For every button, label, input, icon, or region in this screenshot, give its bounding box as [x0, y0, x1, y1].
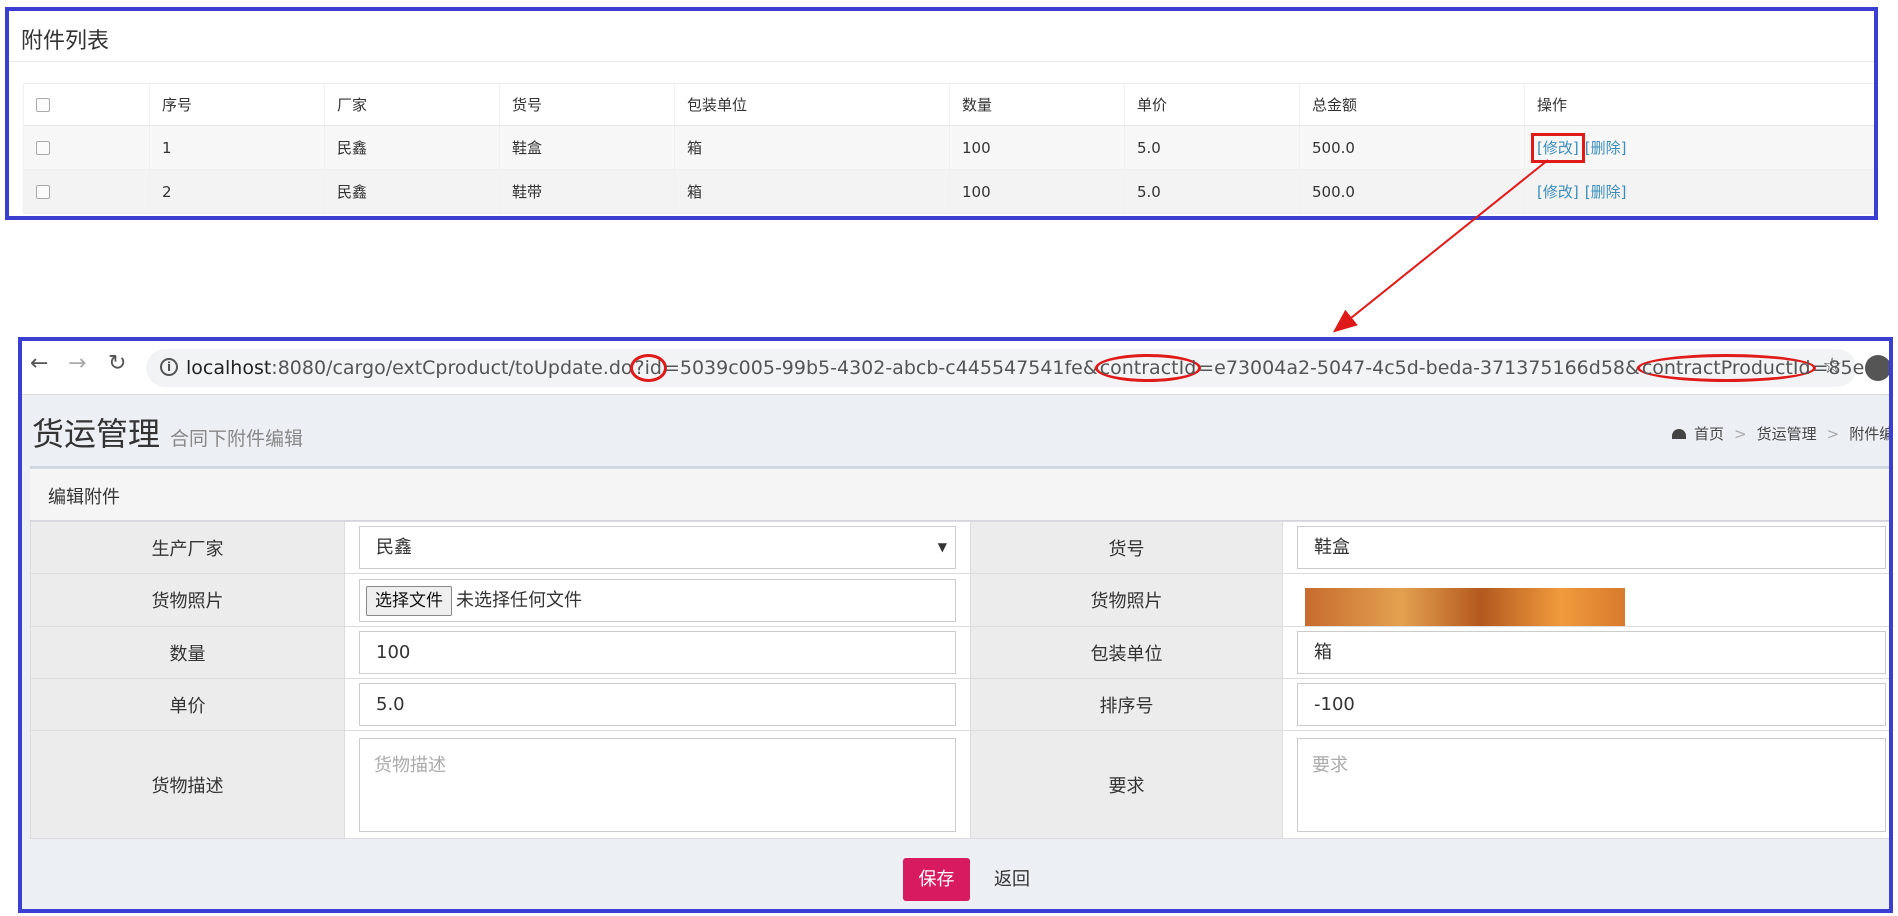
- quantity-input[interactable]: 100: [359, 631, 956, 674]
- cell-price: 5.0: [1124, 125, 1300, 170]
- table-row: 2 民鑫 鞋带 箱 100 5.0 500.0 [修改] [删除]: [23, 169, 1874, 214]
- browser-window-panel: ← → ↻ i localhost:8080/cargo/extCproduct…: [18, 337, 1893, 913]
- delete-link[interactable]: [删除]: [1585, 183, 1627, 201]
- form-row: 生产厂家 民鑫 ▼ 货号 鞋盒: [30, 521, 1889, 574]
- column-header: 包装单位: [674, 83, 950, 126]
- column-header: 货号: [499, 83, 675, 126]
- cell-quantity: 100: [949, 169, 1125, 214]
- box-title: 编辑附件: [30, 469, 1889, 521]
- cell-product-no: 鞋盒: [499, 125, 675, 170]
- row-checkbox-cell[interactable]: [23, 125, 150, 170]
- file-status: 未选择任何文件: [456, 589, 582, 611]
- annotation-circle: contractProductId: [1636, 354, 1816, 382]
- dashboard-icon: [1672, 429, 1686, 439]
- cell-factory: 民鑫: [324, 125, 500, 170]
- select-all-checkbox[interactable]: [36, 98, 50, 112]
- column-header: 序号: [149, 83, 325, 126]
- cell-actions: [修改] [删除]: [1524, 169, 1874, 214]
- cell-actions: [修改] [删除]: [1524, 125, 1874, 170]
- description-label: 货物描述: [30, 730, 345, 839]
- packing-unit-input[interactable]: 箱: [1297, 631, 1886, 674]
- account-icon[interactable]: [1865, 355, 1889, 381]
- select-all-checkbox-cell[interactable]: [23, 83, 150, 126]
- cell-packing-unit: 箱: [674, 169, 950, 214]
- requirement-label: 要求: [970, 730, 1283, 839]
- annotation-circle: contractId: [1094, 354, 1202, 382]
- packing-unit-label: 包装单位: [970, 626, 1283, 679]
- browser-toolbar: ← → ↻ i localhost:8080/cargo/extCproduct…: [22, 341, 1889, 395]
- edit-attachment-box: 编辑附件 生产厂家 民鑫 ▼ 货号 鞋盒 货物照片 选择文件 未选择任何文件 货…: [30, 466, 1889, 839]
- chevron-down-icon: ▼: [937, 540, 947, 554]
- edit-link[interactable]: [修改]: [1537, 183, 1579, 201]
- cell-no: 2: [149, 169, 325, 214]
- table-row: 1 民鑫 鞋盒 箱 100 5.0 500.0 [修改] [删除]: [23, 125, 1874, 170]
- edit-form-table: 生产厂家 民鑫 ▼ 货号 鞋盒 货物照片 选择文件 未选择任何文件 货物照片 数…: [30, 521, 1889, 839]
- cell-packing-unit: 箱: [674, 125, 950, 170]
- cell-quantity: 100: [949, 125, 1125, 170]
- price-input[interactable]: 5.0: [359, 683, 956, 726]
- cell-factory: 民鑫: [324, 169, 500, 214]
- reload-icon[interactable]: ↻: [108, 351, 126, 376]
- page-subtitle: 合同下附件编辑: [170, 428, 304, 450]
- content-header: 货运管理 合同下附件编辑: [32, 409, 303, 455]
- form-row: 单价 5.0 排序号 -100: [30, 678, 1889, 731]
- divider: [9, 61, 1874, 62]
- back-arrow-icon[interactable]: ←: [30, 351, 48, 376]
- form-row: 货物描述 货物描述 要求 要求: [30, 730, 1889, 839]
- annotation-circle: ?id: [629, 354, 667, 382]
- column-header: 操作: [1524, 83, 1874, 126]
- requirement-textarea[interactable]: 要求: [1297, 737, 1886, 832]
- breadcrumb-home[interactable]: 首页: [1694, 425, 1724, 443]
- quantity-label: 数量: [30, 626, 345, 679]
- photo-file-input[interactable]: 选择文件 未选择任何文件: [359, 578, 956, 622]
- product-no-input[interactable]: 鞋盒: [1297, 526, 1886, 569]
- choose-file-button[interactable]: 选择文件: [366, 585, 452, 616]
- column-header: 单价: [1124, 83, 1300, 126]
- delete-link[interactable]: [删除]: [1585, 139, 1627, 157]
- row-checkbox[interactable]: [36, 185, 50, 199]
- forward-arrow-icon[interactable]: →: [68, 351, 86, 376]
- attachment-table: 序号 厂家 货号 包装单位 数量 单价 总金额 操作 1 民鑫 鞋盒 箱 100…: [23, 83, 1874, 214]
- factory-select[interactable]: 民鑫 ▼: [359, 526, 956, 569]
- factory-selected: 民鑫: [376, 537, 412, 558]
- cell-product-no: 鞋带: [499, 169, 675, 214]
- photo-preview-label: 货物照片: [970, 573, 1283, 627]
- photo-label: 货物照片: [30, 573, 345, 627]
- attachment-list-panel: 附件列表 序号 厂家 货号 包装单位 数量 单价 总金额 操作 1 民鑫 鞋盒 …: [5, 7, 1878, 220]
- address-bar[interactable]: i localhost:8080/cargo/extCproduct/toUpd…: [146, 349, 1889, 387]
- factory-label: 生产厂家: [30, 521, 345, 574]
- form-row: 数量 100 包装单位 箱: [30, 626, 1889, 679]
- description-textarea[interactable]: 货物描述: [359, 737, 956, 832]
- table-header-row: 序号 厂家 货号 包装单位 数量 单价 总金额 操作: [23, 83, 1874, 126]
- row-checkbox[interactable]: [36, 141, 50, 155]
- page-title: 货运管理: [32, 415, 161, 453]
- url-text[interactable]: localhost:8080/cargo/extCproduct/toUpdat…: [186, 354, 1889, 382]
- column-header: 数量: [949, 83, 1125, 126]
- cell-no: 1: [149, 125, 325, 170]
- bookmark-star-icon[interactable]: ☆: [1822, 354, 1842, 379]
- attachment-list-title: 附件列表: [21, 29, 110, 54]
- cell-amount: 500.0: [1299, 169, 1525, 214]
- cell-price: 5.0: [1124, 169, 1300, 214]
- price-label: 单价: [30, 678, 345, 731]
- back-button[interactable]: 返回: [982, 858, 1042, 901]
- breadcrumb-current: 附件编: [1849, 425, 1893, 443]
- row-checkbox-cell[interactable]: [23, 169, 150, 214]
- site-info-icon[interactable]: i: [160, 358, 178, 376]
- cell-amount: 500.0: [1299, 125, 1525, 170]
- edit-link[interactable]: [修改]: [1531, 133, 1585, 163]
- column-header: 厂家: [324, 83, 500, 126]
- breadcrumb-cargo[interactable]: 货运管理: [1757, 425, 1817, 443]
- order-no-label: 排序号: [970, 678, 1283, 731]
- cargo-photo-image: [1305, 588, 1625, 626]
- breadcrumb: 首页 > 货运管理 > 附件编: [1672, 423, 1893, 444]
- form-row: 货物照片 选择文件 未选择任何文件 货物照片: [30, 573, 1889, 627]
- column-header: 总金额: [1299, 83, 1525, 126]
- form-actions: 保存 返回: [22, 858, 1889, 908]
- product-no-label: 货号: [970, 521, 1283, 574]
- order-no-input[interactable]: -100: [1297, 683, 1886, 726]
- save-button[interactable]: 保存: [903, 858, 970, 901]
